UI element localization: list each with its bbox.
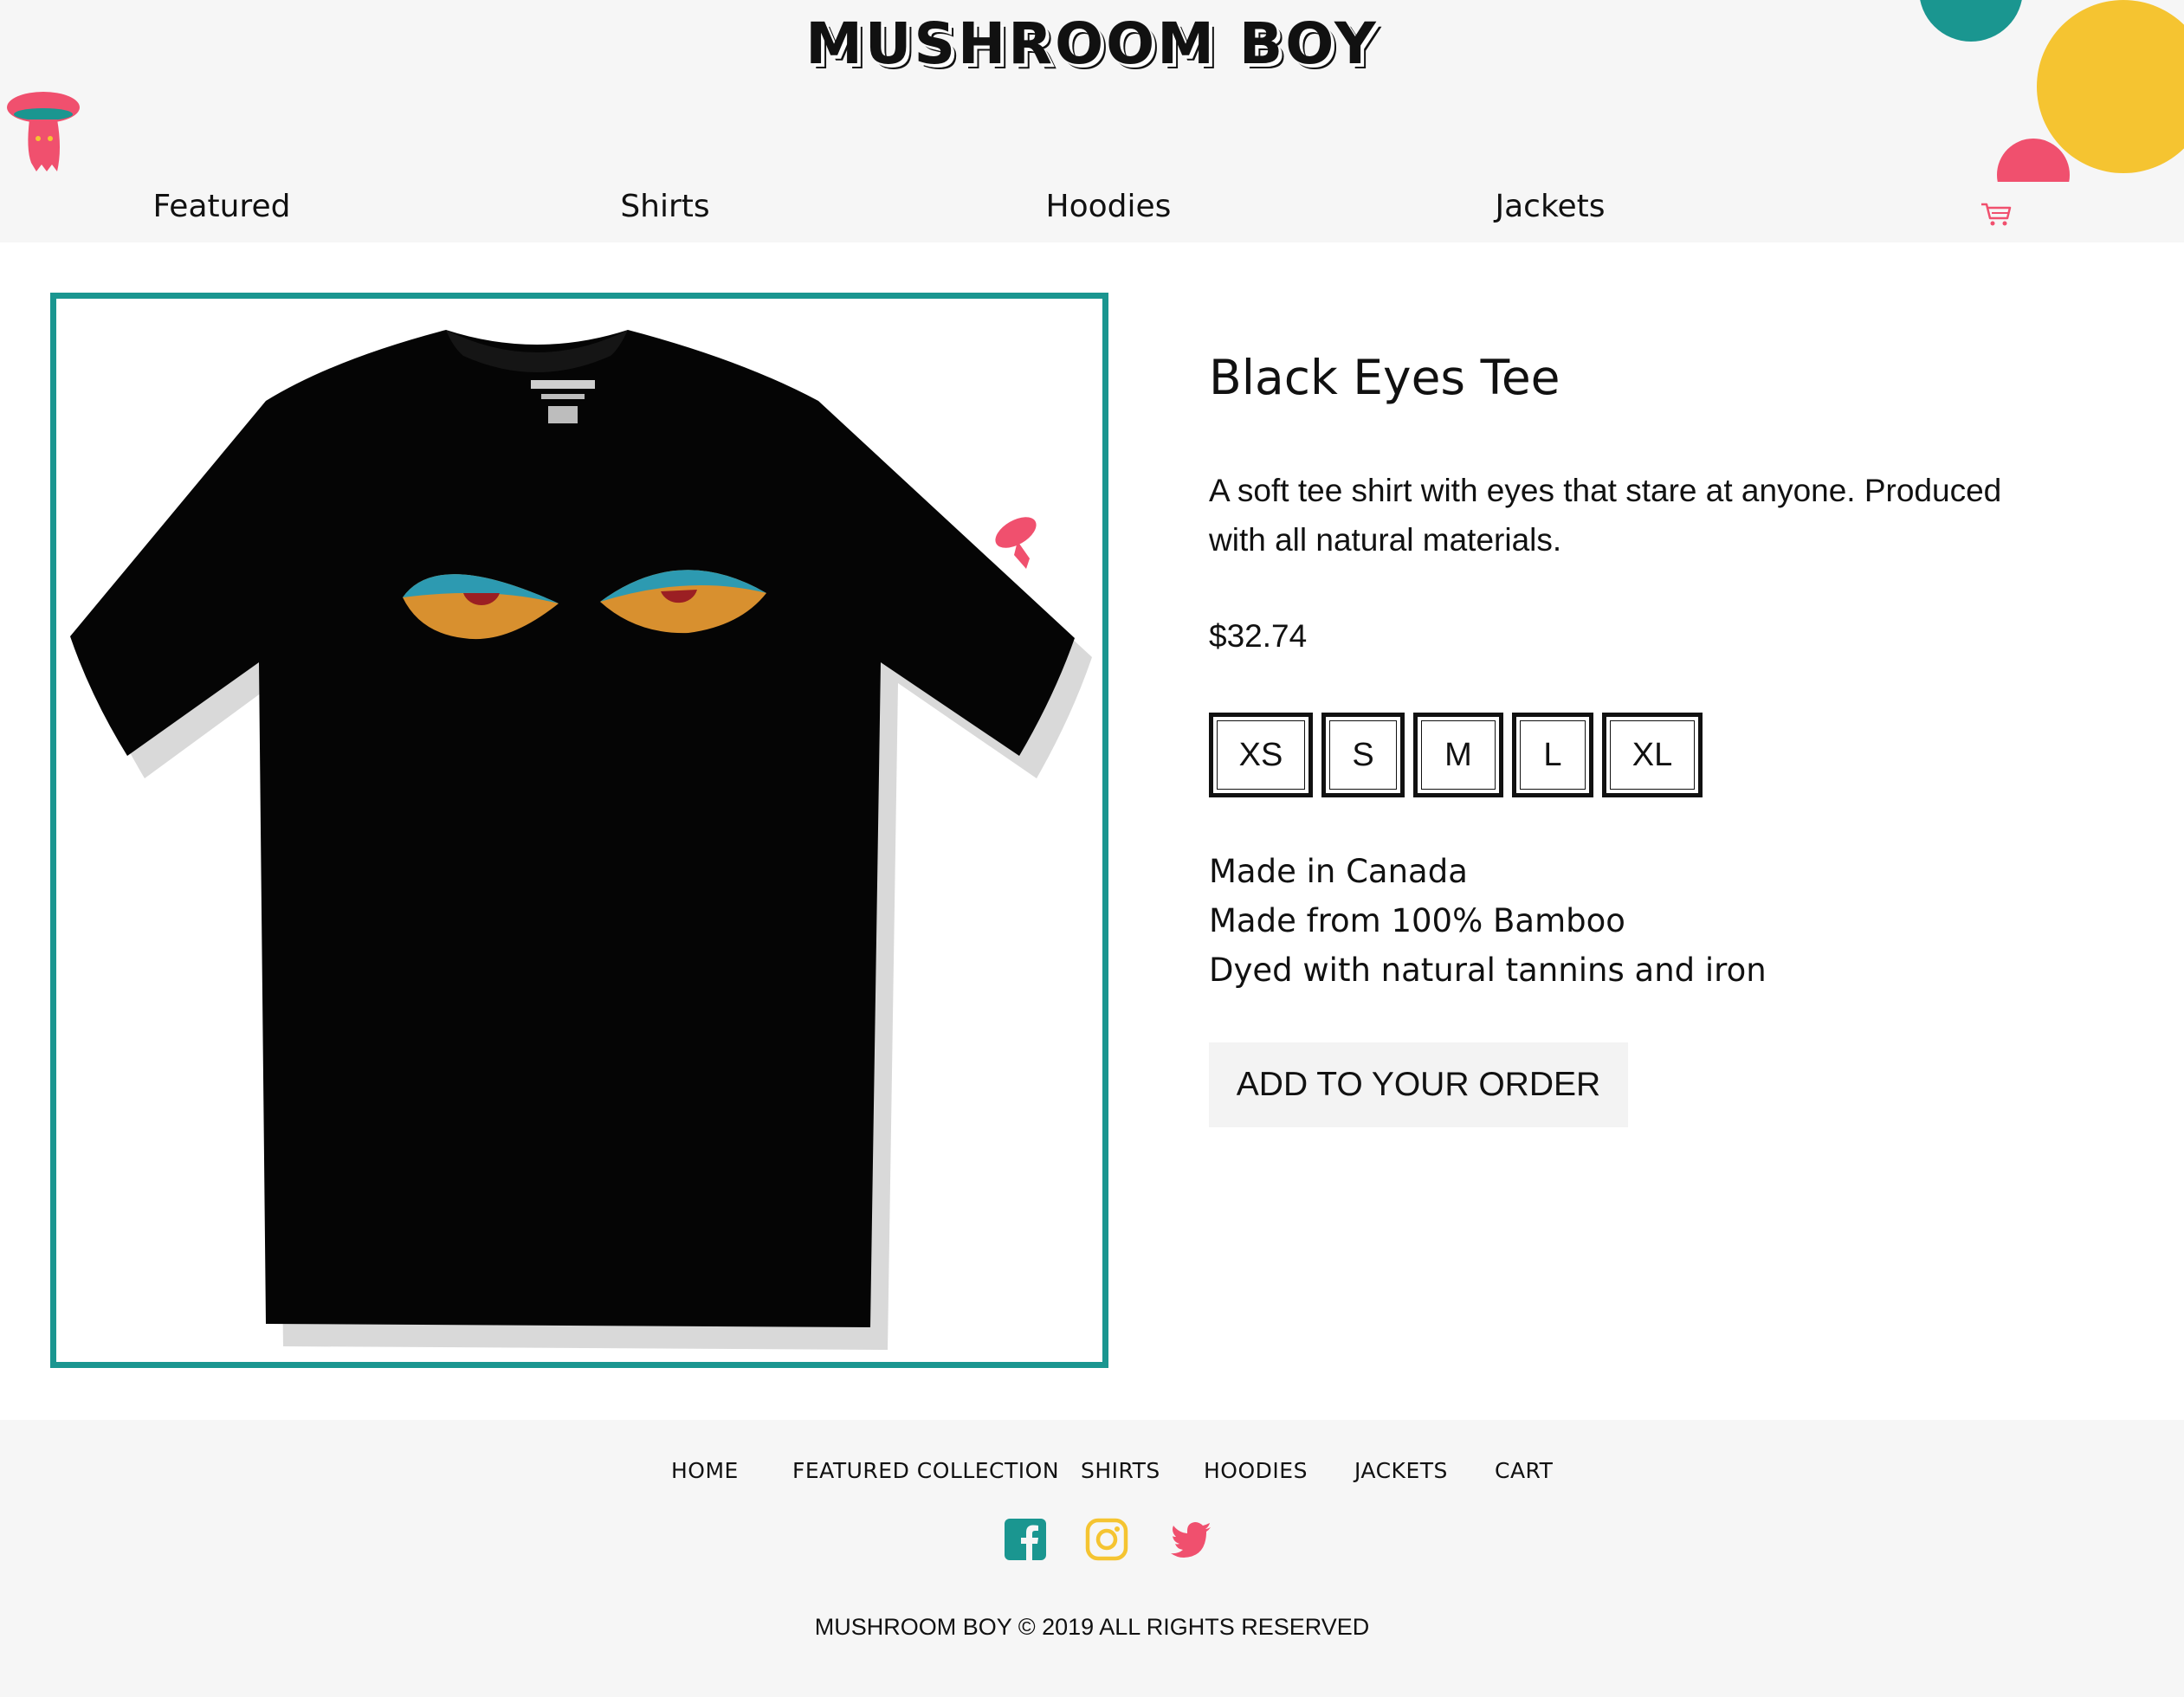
site-footer: HOME FEATURED COLLECTION SHIRTS HOODIES … — [0, 1420, 2184, 1697]
twitter-icon[interactable] — [1169, 1517, 1214, 1562]
footer-link-shirts[interactable]: SHIRTS — [1081, 1458, 1160, 1483]
product-description: A soft tee shirt with eyes that stare at… — [1209, 473, 2002, 558]
main-nav: Featured Shirts Hoodies Jackets — [0, 189, 2184, 232]
footer-link-cart[interactable]: CART — [1495, 1458, 1553, 1483]
add-to-order-button[interactable]: ADD TO YOUR ORDER — [1209, 1042, 1628, 1127]
copyright-text: MUSHROOM BOY © 2019 ALL RIGHTS RESERVED — [814, 1614, 1370, 1640]
product-image[interactable] — [50, 293, 1108, 1368]
size-s-button[interactable]: S — [1321, 713, 1405, 797]
size-xs-button[interactable]: XS — [1209, 713, 1313, 797]
size-xl-button[interactable]: XL — [1602, 713, 1703, 797]
feature-item: Made in Canada — [1209, 853, 1468, 890]
cart-icon[interactable] — [1980, 201, 2013, 227]
site-header: MUSHROOM BOY Featured Shirts Hoodies Jac… — [0, 0, 2184, 242]
product-features: Made in Canada Made from 100% Bamboo Dye… — [1209, 847, 1767, 995]
size-l-button[interactable]: L — [1512, 713, 1593, 797]
footer-link-featured-collection[interactable]: FEATURED COLLECTION — [792, 1458, 1059, 1483]
footer-link-hoodies[interactable]: HOODIES — [1204, 1458, 1308, 1483]
nav-featured[interactable]: Featured — [153, 189, 291, 224]
site-logo[interactable]: MUSHROOM BOY — [0, 10, 2184, 77]
facebook-icon[interactable] — [1003, 1517, 1048, 1562]
footer-link-home[interactable]: HOME — [671, 1458, 739, 1483]
footer-link-jackets[interactable]: JACKETS — [1354, 1458, 1448, 1483]
nav-jackets[interactable]: Jackets — [1495, 189, 1605, 224]
nav-hoodies[interactable]: Hoodies — [1046, 189, 1172, 224]
feature-item: Made from 100% Bamboo — [1209, 902, 1625, 939]
size-m-button[interactable]: M — [1413, 713, 1503, 797]
feature-item: Dyed with natural tannins and iron — [1209, 952, 1767, 989]
product-price: $32.74 — [1209, 618, 1308, 654]
instagram-icon[interactable] — [1084, 1517, 1129, 1562]
product-title: Black Eyes Tee — [1209, 350, 1560, 405]
t-shirt-image — [70, 330, 1092, 1350]
decorative-circles — [1920, 0, 2184, 182]
mushroom-logo-icon[interactable] — [5, 88, 81, 175]
nav-shirts[interactable]: Shirts — [620, 189, 709, 224]
